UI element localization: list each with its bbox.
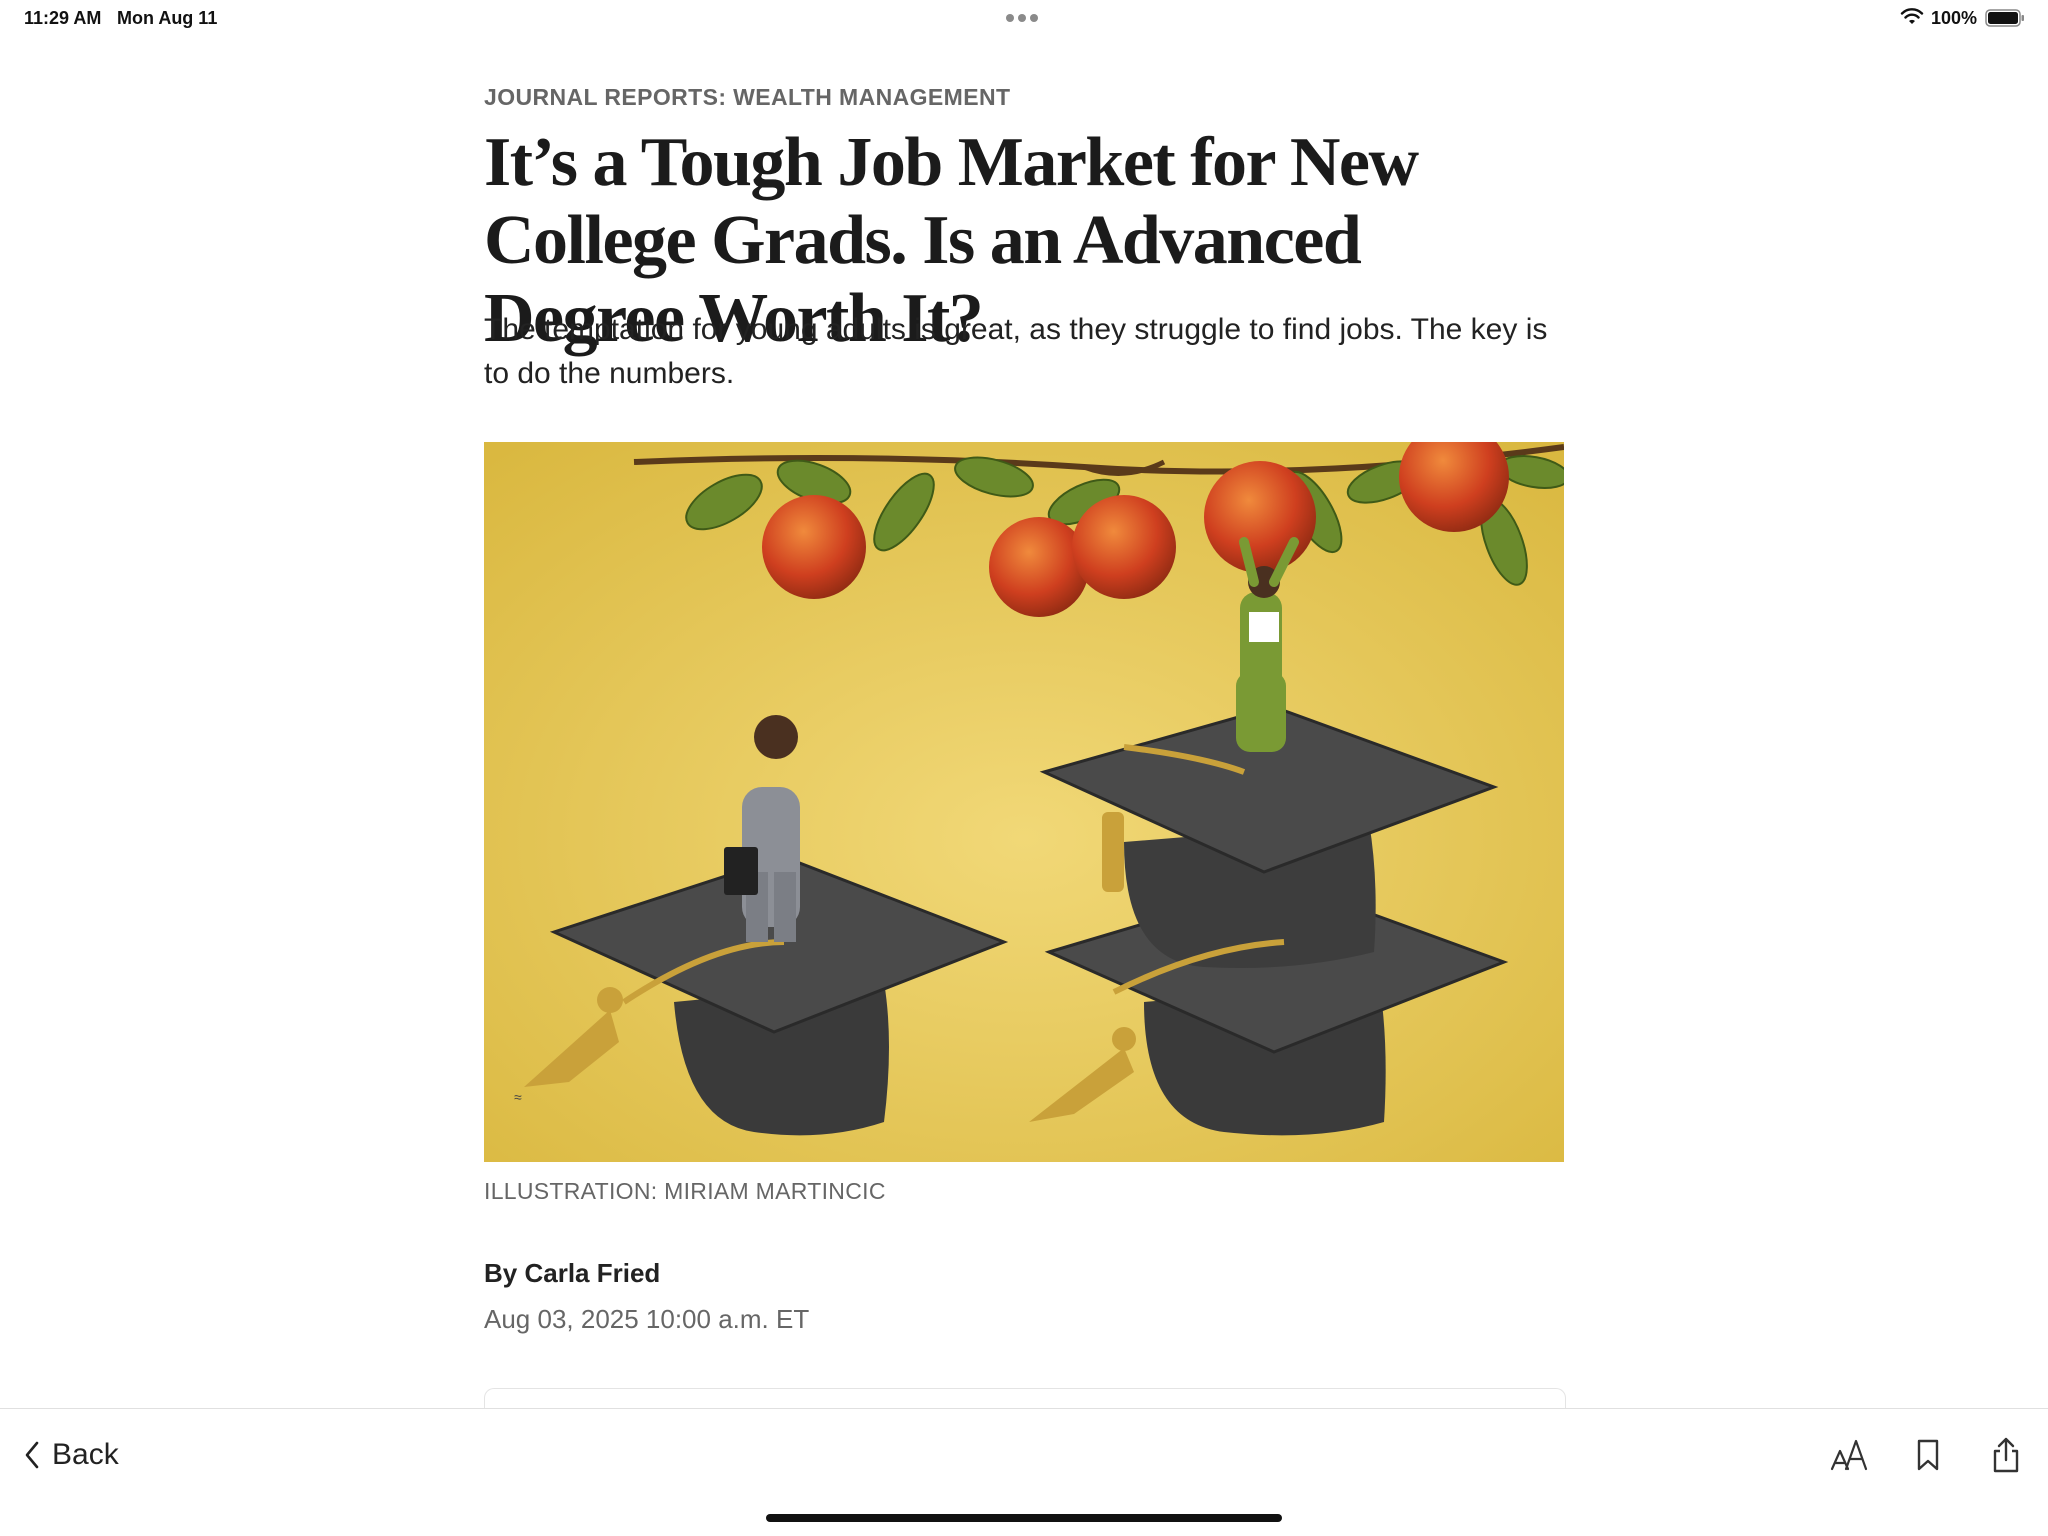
status-bar: 11:29 AM Mon Aug 11 100% — [0, 0, 2048, 36]
text-size-button[interactable] — [1826, 1431, 1874, 1479]
back-button[interactable]: Back — [24, 1427, 119, 1483]
home-indicator[interactable] — [766, 1514, 1282, 1522]
byline[interactable]: By Carla Fried — [484, 1258, 660, 1289]
share-icon — [1993, 1437, 2019, 1473]
article-dek: The temptation for young adults is great… — [484, 313, 1548, 390]
text-size-icon — [1830, 1439, 1868, 1471]
svg-text:≈: ≈ — [514, 1089, 522, 1105]
bookmark-icon — [1917, 1439, 1939, 1471]
status-time: 11:29 AM — [24, 8, 102, 28]
image-caption: ILLUSTRATION: MIRIAM MARTINCIC — [484, 1178, 886, 1204]
next-content-card — [484, 1388, 1566, 1409]
back-label: Back — [52, 1438, 119, 1471]
multitasking-dots-icon[interactable] — [1006, 9, 1044, 23]
section-kicker[interactable]: JOURNAL REPORTS: WEALTH MANAGEMENT — [484, 84, 1010, 111]
hero-illustration[interactable]: ≈ — [484, 442, 1564, 1162]
status-date: Mon Aug 11 — [117, 8, 218, 28]
bookmark-button[interactable] — [1904, 1431, 1952, 1479]
share-button[interactable] — [1982, 1431, 2030, 1479]
battery-percentage: 100% — [1931, 8, 1978, 28]
battery-icon — [1985, 9, 2024, 27]
wifi-icon — [1900, 8, 1924, 24]
chevron-left-icon — [25, 1441, 39, 1469]
publish-date: Aug 03, 2025 10:00 a.m. ET — [484, 1304, 810, 1334]
